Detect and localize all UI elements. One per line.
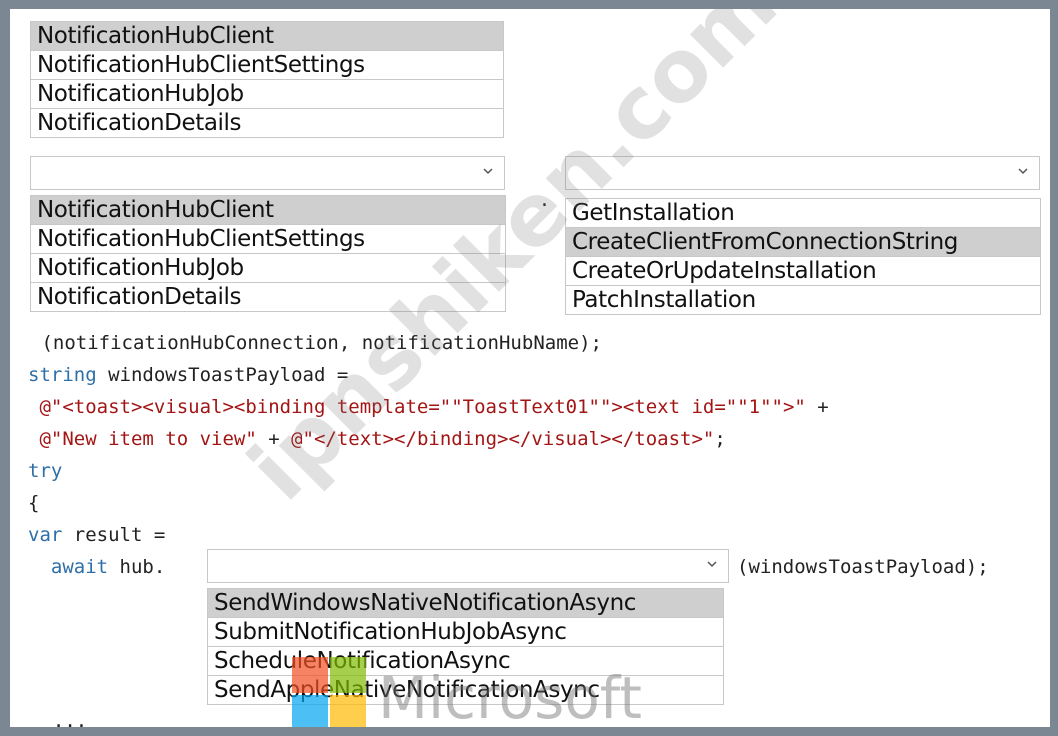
code-text: windowsToastPayload = [96,364,349,386]
code-line-8: await hub. [28,555,165,579]
dropdown-option[interactable]: ScheduleNotificationAsync [208,647,723,676]
logo-square-red [292,657,328,693]
code-line-6: { [28,491,39,515]
code-line-5: try [28,459,62,483]
chevron-down-icon [707,561,717,568]
chevron-down-icon [1018,168,1028,175]
code-line-9: ... [30,709,87,727]
method-dropdown-list-3[interactable]: GetInstallation CreateClientFromConnecti… [565,198,1041,315]
dropdown-option[interactable]: NotificationDetails [31,283,505,311]
dropdown-option[interactable]: SendAppleNativeNotificationAsync [208,676,723,704]
code-string: @"<toast><visual><binding template=""Toa… [28,396,806,418]
code-text: + [805,396,829,418]
dropdown-option[interactable]: CreateClientFromConnectionString [566,228,1040,257]
dropdown-option[interactable]: NotificationHubClientSettings [31,225,505,254]
code-text: hub. [108,556,166,578]
code-line-3: @"<toast><visual><binding template=""Toa… [28,395,829,419]
dropdown-option[interactable]: NotificationHubClientSettings [31,51,503,80]
code-keyword: try [28,460,63,482]
code-keyword: string [28,364,97,386]
code-string: @"</text></binding></visual></toast>" [291,428,715,450]
code-line-2: string windowsToastPayload = [28,363,348,387]
code-text: ... [30,710,88,727]
chevron-down-icon [483,168,493,175]
logo-square-green [330,657,366,693]
code-text: ; [714,428,726,450]
code-text: result = [62,524,166,546]
code-keyword: var [28,524,63,546]
code-text: + [256,428,292,450]
dropdown-option[interactable]: NotificationHubJob [31,254,505,283]
method-dropdown-list-4[interactable]: SendWindowsNativeNotificationAsync Submi… [207,588,724,705]
logo-square-yellow [330,695,366,727]
member-access-dot: . [541,187,548,212]
class-dropdown-2[interactable] [30,156,505,190]
logo-square-blue [292,695,328,727]
code-text: { [28,492,40,514]
method-dropdown-3[interactable] [565,156,1040,190]
dropdown-option[interactable]: NotificationHubClient [31,22,503,51]
code-keyword: await [28,556,109,578]
dropdown-option[interactable]: NotificationHubClient [31,196,505,225]
dropdown-option[interactable]: CreateOrUpdateInstallation [566,257,1040,286]
method-dropdown-4[interactable] [207,549,729,583]
code-line-7: var result = [28,523,165,547]
dropdown-option[interactable]: NotificationHubJob [31,80,503,109]
dropdown-option[interactable]: PatchInstallation [566,286,1040,314]
dropdown-option[interactable]: SubmitNotificationHubJobAsync [208,618,723,647]
code-text: (windowsToastPayload); [737,556,989,578]
code-string: @"New item to view" [28,428,257,450]
code-line-1: (notificationHubConnection, notification… [30,331,602,355]
code-text: (notificationHubConnection, notification… [30,332,602,354]
microsoft-logo-icon [292,657,372,727]
dropdown-option[interactable]: SendWindowsNativeNotificationAsync [208,589,723,618]
code-line-8-args: (windowsToastPayload); [737,555,989,579]
code-line-4: @"New item to view" + @"</text></binding… [28,427,726,451]
class-dropdown-list-1[interactable]: NotificationHubClient NotificationHubCli… [30,21,504,138]
class-dropdown-list-2[interactable]: NotificationHubClient NotificationHubCli… [30,195,506,312]
exam-question-area: NotificationHubClient NotificationHubCli… [10,9,1050,727]
dropdown-option[interactable]: NotificationDetails [31,109,503,137]
dropdown-option[interactable]: GetInstallation [566,199,1040,228]
